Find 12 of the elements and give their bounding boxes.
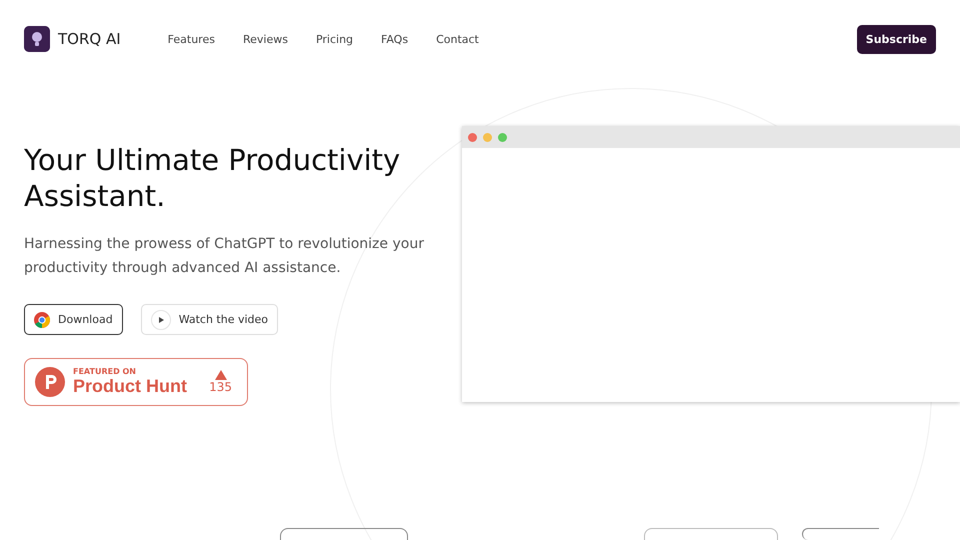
nav-link[interactable]: Reviews xyxy=(232,28,299,50)
download-button[interactable]: Download xyxy=(24,304,123,335)
nav-link[interactable]: Features xyxy=(156,28,226,50)
nav-link[interactable]: Pricing xyxy=(304,28,364,50)
watch-video-button[interactable]: Watch the video xyxy=(140,304,278,335)
hero-title: Your Ultimate Productivity Assistant. xyxy=(24,142,402,214)
product-hunt-badge[interactable]: FEATURED ON Product Hunt 135 xyxy=(24,358,248,406)
brand-name: TORQ AI xyxy=(58,30,121,48)
nav-link[interactable]: Contact xyxy=(425,28,490,50)
subscribe-button[interactable]: Subscribe xyxy=(856,24,936,54)
nav-link[interactable]: FAQs xyxy=(370,28,420,50)
hero-subtitle: Harnessing the prowess of ChatGPT to revolutionize your productivity through advanced AI assistance. xyxy=(24,235,424,278)
